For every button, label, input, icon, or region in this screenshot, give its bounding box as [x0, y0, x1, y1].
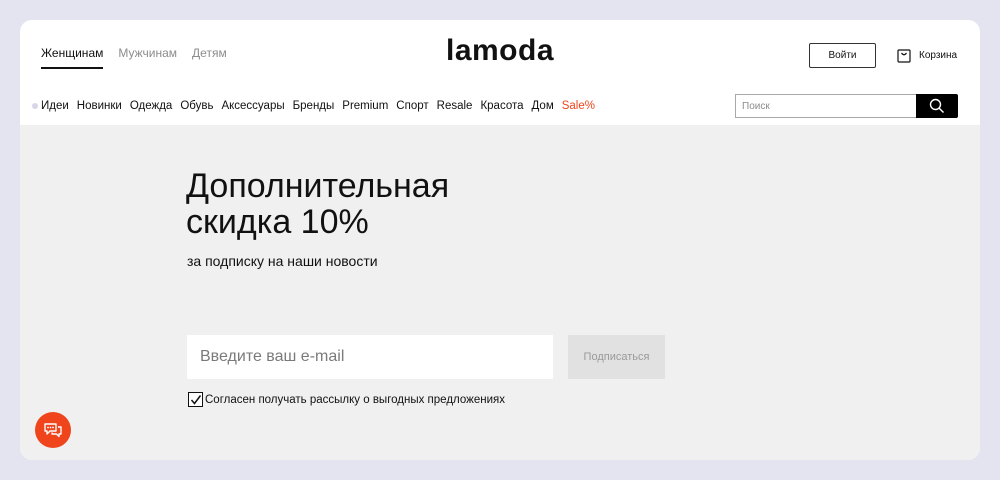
header: Женщинам Мужчинам Детям lamoda Войти Кор…: [20, 20, 980, 88]
cart-label: Корзина: [919, 49, 958, 61]
subscription-promo: Дополнительная скидка 10% за подписку на…: [20, 125, 980, 460]
nav-item-beauty[interactable]: Красота: [480, 100, 523, 112]
search-bar: [735, 94, 958, 118]
login-button[interactable]: Войти: [809, 43, 876, 68]
search-input[interactable]: [735, 94, 916, 118]
promo-title-line2: скидка 10%: [186, 203, 369, 241]
consent-label: Согласен получать рассылку о выгодных пр…: [205, 393, 505, 406]
subscribe-button[interactable]: Подписаться: [568, 335, 665, 379]
chat-button[interactable]: [35, 412, 71, 448]
email-field[interactable]: [187, 335, 553, 379]
shopping-bag-icon: [897, 49, 911, 63]
checkmark-icon: [190, 394, 201, 405]
nav-item-accessories[interactable]: Аксессуары: [221, 100, 284, 112]
nav-item-premium[interactable]: Premium: [342, 100, 388, 112]
promo-title: Дополнительная скидка 10%: [186, 168, 449, 240]
nav-item-clothing[interactable]: Одежда: [130, 100, 172, 112]
nav-item-home[interactable]: Дом: [532, 100, 554, 112]
nav-item-ideas[interactable]: Идеи: [41, 100, 69, 112]
page-window: Женщинам Мужчинам Детям lamoda Войти Кор…: [20, 20, 980, 460]
consent-checkbox[interactable]: [188, 392, 203, 407]
category-nav: Идеи Новинки Одежда Обувь Аксессуары Бре…: [32, 98, 603, 114]
nav-item-shoes[interactable]: Обувь: [180, 100, 213, 112]
search-button[interactable]: [916, 94, 958, 118]
ideas-dot-icon: [32, 103, 38, 109]
promo-subtitle: за подписку на наши новости: [187, 253, 378, 269]
search-icon: [929, 98, 944, 113]
promo-title-line1: Дополнительная: [186, 167, 450, 205]
chat-icon: [44, 423, 62, 438]
nav-item-sport[interactable]: Спорт: [396, 100, 428, 112]
nav-item-brands[interactable]: Бренды: [293, 100, 335, 112]
consent-row: Согласен получать рассылку о выгодных пр…: [188, 392, 505, 407]
nav-item-new[interactable]: Новинки: [77, 100, 122, 112]
nav-item-resale[interactable]: Resale: [437, 100, 473, 112]
nav-item-sale[interactable]: Sale%: [562, 100, 595, 112]
cart-link[interactable]: Корзина: [897, 47, 957, 63]
